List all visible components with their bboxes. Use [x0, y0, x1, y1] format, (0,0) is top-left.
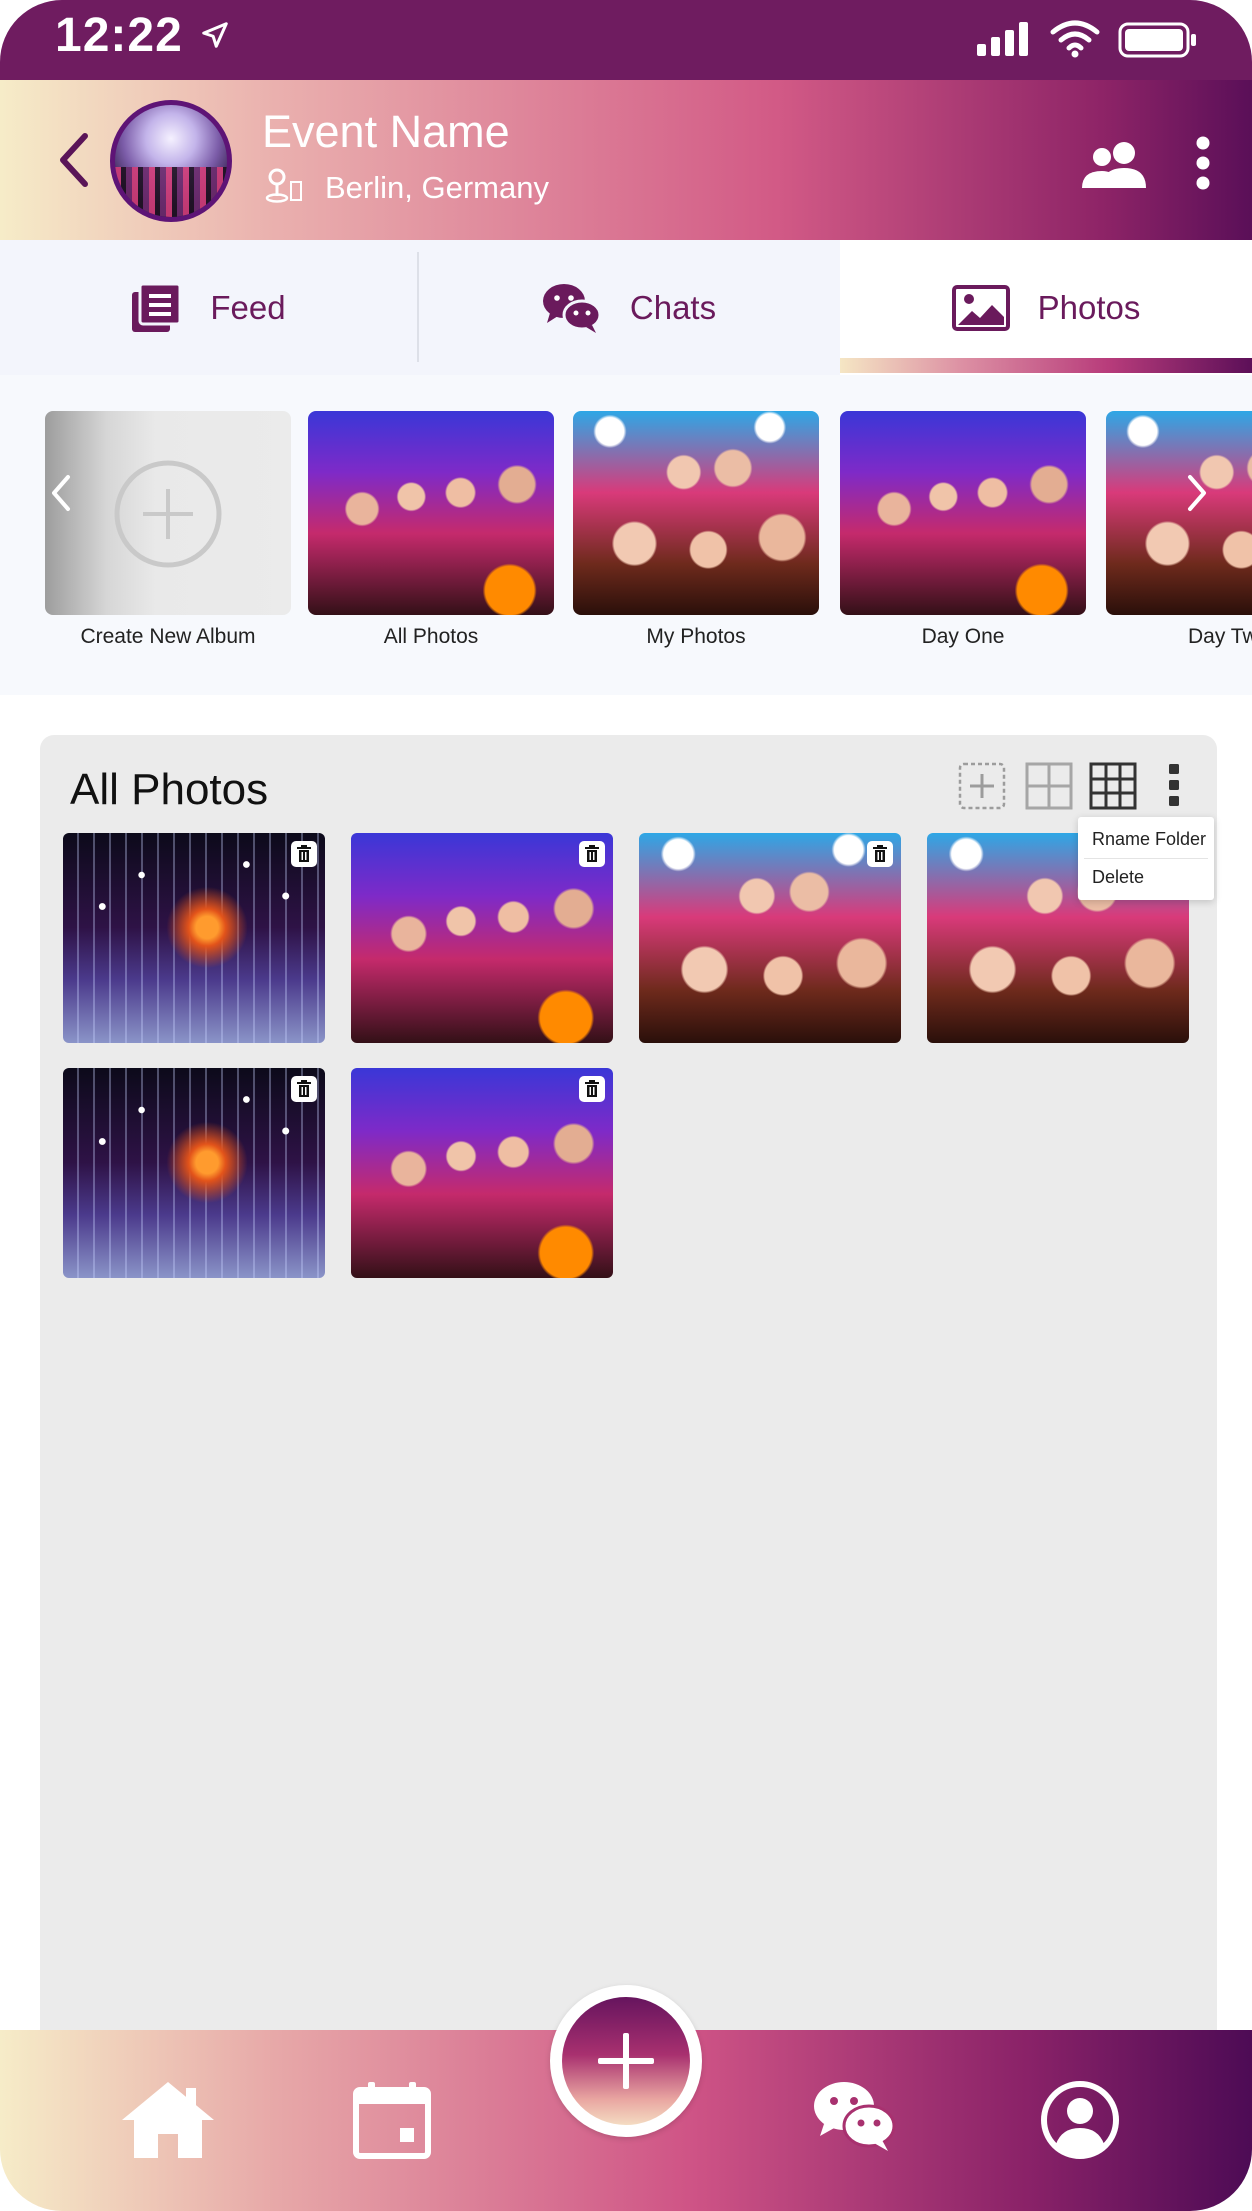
- create-album-card[interactable]: Create New Album: [45, 411, 291, 649]
- location-arrow-icon: [202, 22, 228, 48]
- phone-screen: 12:22 Event Name Berlin, Germany Feed Ch…: [0, 0, 1252, 2211]
- gallery-title: All Photos: [70, 765, 269, 814]
- grid-2x2-icon[interactable]: [1024, 761, 1074, 811]
- trash-icon[interactable]: [579, 841, 605, 867]
- album-all-photos[interactable]: All Photos: [308, 411, 554, 649]
- event-location: Berlin, Germany: [325, 170, 549, 205]
- wechat-icon: [542, 283, 602, 333]
- album-caption: Day Tw: [1188, 625, 1252, 648]
- feed-icon: [132, 283, 182, 332]
- wechat-icon[interactable]: [812, 2080, 896, 2152]
- gallery-panel: All Photos: [40, 735, 1217, 2055]
- create-album-thumb: [45, 411, 291, 615]
- event-avatar[interactable]: [110, 100, 232, 222]
- album-thumb: [573, 411, 819, 615]
- home-icon[interactable]: [120, 2080, 216, 2160]
- plus-circle-icon: [114, 460, 222, 568]
- tab-divider: [417, 252, 419, 362]
- album-my-photos[interactable]: My Photos: [573, 411, 819, 649]
- event-title: Event Name: [262, 106, 510, 157]
- album-day-two[interactable]: Day Tw: [1106, 411, 1252, 649]
- album-caption: Day One: [921, 625, 1005, 648]
- add-button-fill: [562, 1997, 690, 2125]
- menu-item-delete[interactable]: Delete: [1078, 859, 1214, 896]
- album-caption: My Photos: [646, 625, 746, 648]
- trash-icon[interactable]: [291, 1076, 317, 1102]
- tab-feed-label: Feed: [210, 288, 286, 326]
- tab-chats[interactable]: Chats: [420, 240, 838, 375]
- photo-tile[interactable]: [351, 833, 613, 1043]
- add-button[interactable]: [550, 1985, 702, 2137]
- trash-icon[interactable]: [579, 1076, 605, 1102]
- location-pin-icon: [265, 168, 302, 203]
- add-folder-icon[interactable]: [957, 761, 1007, 811]
- more-vertical-icon[interactable]: [1193, 135, 1213, 191]
- album-thumb: [840, 411, 1086, 615]
- tab-feed[interactable]: Feed: [0, 240, 418, 375]
- status-bar: 12:22: [0, 0, 1252, 80]
- photo-tile[interactable]: [63, 833, 325, 1043]
- plus-icon: [598, 2033, 654, 2089]
- photo-tile[interactable]: [63, 1068, 325, 1278]
- active-tab-indicator: [840, 358, 1252, 373]
- album-thumb: [1106, 411, 1252, 615]
- tab-bar: Feed Chats Photos: [0, 240, 1252, 375]
- wifi-icon: [1050, 20, 1100, 58]
- album-caption: Create New Album: [80, 625, 256, 648]
- tab-photos[interactable]: Photos: [840, 240, 1252, 375]
- photo-tile[interactable]: [639, 833, 901, 1043]
- signal-icon: [977, 22, 1028, 56]
- chevron-right-icon[interactable]: [1186, 473, 1208, 513]
- calendar-icon[interactable]: [352, 2080, 432, 2160]
- trash-icon[interactable]: [291, 841, 317, 867]
- folder-context-menu: Rname Folder Delete: [1078, 817, 1214, 900]
- album-day-one[interactable]: Day One: [840, 411, 1086, 649]
- battery-icon: [1118, 22, 1196, 58]
- albums-carousel: Create New Album All Photos My Photos Da…: [0, 375, 1252, 695]
- tab-photos-label: Photos: [1037, 288, 1141, 326]
- people-icon[interactable]: [1082, 140, 1146, 188]
- more-vertical-icon[interactable]: [1166, 762, 1182, 808]
- profile-icon[interactable]: [1040, 2080, 1120, 2160]
- album-thumb: [308, 411, 554, 615]
- image-icon: [951, 284, 1010, 331]
- trash-icon[interactable]: [867, 841, 893, 867]
- tab-chats-label: Chats: [629, 288, 717, 326]
- chevron-left-icon[interactable]: [50, 473, 72, 513]
- event-header: Event Name Berlin, Germany: [0, 80, 1252, 240]
- photo-tile[interactable]: [351, 1068, 613, 1278]
- status-time: 12:22: [55, 9, 183, 62]
- grid-3x3-icon[interactable]: [1088, 761, 1138, 811]
- album-caption: All Photos: [383, 625, 479, 648]
- menu-item-rename-folder[interactable]: Rname Folder: [1078, 821, 1214, 858]
- back-icon[interactable]: [55, 130, 95, 190]
